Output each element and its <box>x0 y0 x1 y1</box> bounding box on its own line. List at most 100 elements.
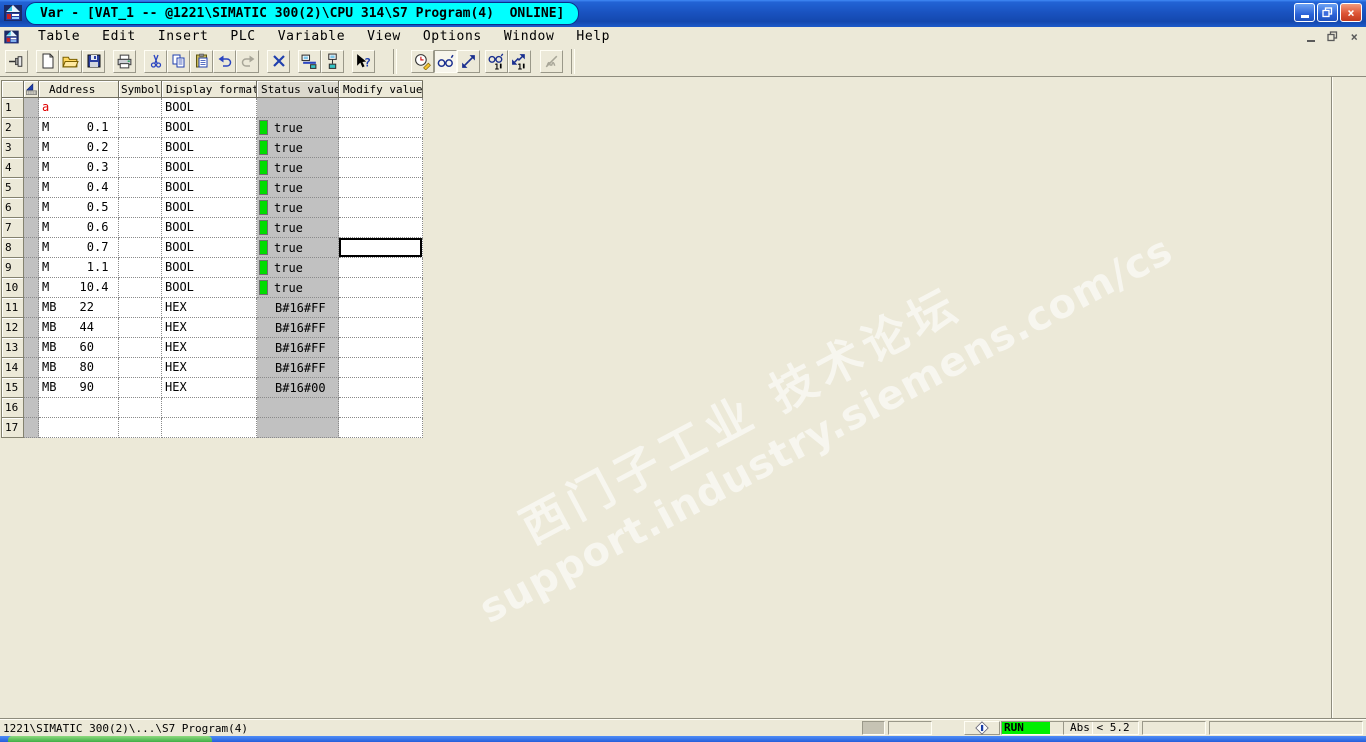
modify-value-cell[interactable] <box>339 418 423 438</box>
cut-button[interactable] <box>144 49 167 73</box>
format-cell[interactable]: BOOL <box>162 258 257 278</box>
row-marker-cell[interactable] <box>24 378 39 398</box>
menu-item-window[interactable]: Window <box>493 27 566 46</box>
status-value-cell[interactable]: true <box>257 238 339 258</box>
modify-value-cell[interactable] <box>339 338 423 358</box>
deactivate-modify-button[interactable] <box>540 49 563 73</box>
symbol-cell[interactable] <box>119 118 162 138</box>
status-value-cell[interactable] <box>257 398 339 418</box>
address-cell[interactable] <box>39 418 119 438</box>
status-value-cell[interactable]: B#16#FF <box>257 358 339 378</box>
row-marker-cell[interactable] <box>24 218 39 238</box>
undo-button[interactable] <box>213 49 236 73</box>
row-number-cell[interactable]: 14 <box>2 358 24 378</box>
symbol-cell[interactable] <box>119 218 162 238</box>
header-symbol[interactable]: Symbol <box>119 81 162 98</box>
help-button[interactable]: ? <box>352 49 375 73</box>
symbol-cell[interactable] <box>119 418 162 438</box>
row-marker-cell[interactable] <box>24 118 39 138</box>
status-value-cell[interactable] <box>257 98 339 118</box>
modify-value-cell[interactable] <box>339 298 423 318</box>
menu-item-view[interactable]: View <box>356 27 412 46</box>
address-cell[interactable]: M 0.7 <box>39 238 119 258</box>
paste-button[interactable] <box>190 49 213 73</box>
row-marker-cell[interactable] <box>24 298 39 318</box>
open-button[interactable] <box>59 49 82 73</box>
format-cell[interactable]: HEX <box>162 378 257 398</box>
status-value-cell[interactable]: true <box>257 118 339 138</box>
symbol-cell[interactable] <box>119 178 162 198</box>
modify-value-cell[interactable] <box>339 158 423 178</box>
corner-header-cell[interactable] <box>2 81 24 98</box>
format-cell[interactable]: BOOL <box>162 278 257 298</box>
row-marker-cell[interactable] <box>24 338 39 358</box>
save-button[interactable] <box>82 49 105 73</box>
row-marker-cell[interactable] <box>24 178 39 198</box>
address-cell[interactable]: M 0.3 <box>39 158 119 178</box>
row-number-cell[interactable]: 15 <box>2 378 24 398</box>
row-marker-cell[interactable] <box>24 278 39 298</box>
format-cell[interactable]: BOOL <box>162 118 257 138</box>
header-status-value[interactable]: Status value <box>257 81 339 98</box>
modify-value-cell[interactable] <box>339 318 423 338</box>
row-number-cell[interactable]: 5 <box>2 178 24 198</box>
plc-connection-button[interactable] <box>321 49 344 73</box>
format-cell[interactable] <box>162 398 257 418</box>
modify-value-cell[interactable] <box>339 118 423 138</box>
status-value-cell[interactable]: true <box>257 158 339 178</box>
minimize-button[interactable] <box>1294 3 1315 22</box>
symbol-cell[interactable] <box>119 398 162 418</box>
status-value-cell[interactable]: true <box>257 178 339 198</box>
address-cell[interactable]: M 0.4 <box>39 178 119 198</box>
address-cell[interactable]: M 0.6 <box>39 218 119 238</box>
status-value-cell[interactable]: true <box>257 278 339 298</box>
address-cell[interactable]: M 0.1 <box>39 118 119 138</box>
address-cell[interactable]: MB 22 <box>39 298 119 318</box>
row-marker-cell[interactable] <box>24 398 39 418</box>
row-number-cell[interactable]: 12 <box>2 318 24 338</box>
address-cell[interactable]: M 0.5 <box>39 198 119 218</box>
modify-value-cell[interactable] <box>339 378 423 398</box>
format-cell[interactable]: BOOL <box>162 218 257 238</box>
row-marker-cell[interactable] <box>24 238 39 258</box>
modify-value-cell[interactable] <box>339 398 423 418</box>
row-number-cell[interactable]: 4 <box>2 158 24 178</box>
address-cell[interactable]: M 0.2 <box>39 138 119 158</box>
marker-header-cell[interactable] <box>24 81 39 98</box>
modify-value-cell-selected[interactable] <box>339 238 423 258</box>
row-number-cell[interactable]: 11 <box>2 298 24 318</box>
copy-button[interactable] <box>167 49 190 73</box>
symbol-cell[interactable] <box>119 378 162 398</box>
new-button[interactable] <box>36 49 59 73</box>
row-number-cell[interactable]: 10 <box>2 278 24 298</box>
symbol-cell[interactable] <box>119 158 162 178</box>
symbol-cell[interactable] <box>119 238 162 258</box>
pin-button[interactable] <box>5 49 28 73</box>
modify-value-cell[interactable] <box>339 278 423 298</box>
row-number-cell[interactable]: 7 <box>2 218 24 238</box>
format-cell[interactable]: BOOL <box>162 138 257 158</box>
address-cell[interactable]: M 10.4 <box>39 278 119 298</box>
row-marker-cell[interactable] <box>24 358 39 378</box>
address-cell[interactable]: MB 60 <box>39 338 119 358</box>
format-cell[interactable] <box>162 418 257 438</box>
modify-value-cell[interactable] <box>339 258 423 278</box>
symbol-cell[interactable] <box>119 298 162 318</box>
format-cell[interactable]: BOOL <box>162 178 257 198</box>
address-cell[interactable]: a <box>39 98 119 118</box>
format-cell[interactable]: HEX <box>162 338 257 358</box>
symbol-cell[interactable] <box>119 358 162 378</box>
menu-item-table[interactable]: Table <box>27 27 91 46</box>
row-number-cell[interactable]: 6 <box>2 198 24 218</box>
address-cell[interactable]: MB 44 <box>39 318 119 338</box>
symbol-cell[interactable] <box>119 258 162 278</box>
status-value-cell[interactable]: B#16#FF <box>257 338 339 358</box>
row-number-cell[interactable]: 8 <box>2 238 24 258</box>
header-display-format[interactable]: Display format <box>162 81 257 98</box>
status-value-cell[interactable]: B#16#FF <box>257 318 339 338</box>
mdi-close-button[interactable]: × <box>1347 30 1362 44</box>
row-number-cell[interactable]: 1 <box>2 98 24 118</box>
download-button[interactable] <box>298 49 321 73</box>
status-value-cell[interactable]: true <box>257 198 339 218</box>
address-cell[interactable]: MB 80 <box>39 358 119 378</box>
